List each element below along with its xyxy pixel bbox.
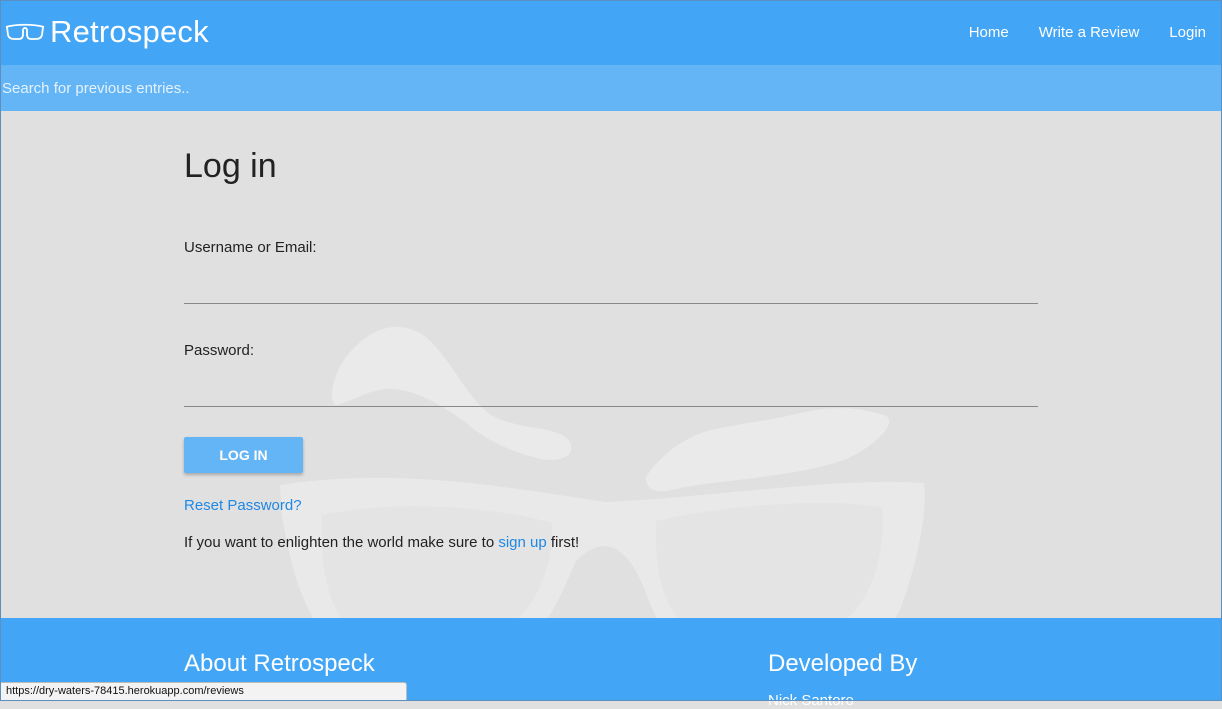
nav-links: Home Write a Review Login [939, 0, 1206, 65]
search-bar [0, 65, 1222, 111]
developed-by-heading: Developed By [768, 650, 918, 677]
main-content: Log in Username or Email: Password: LOG … [0, 111, 1222, 665]
top-navbar: Retrospeck Home Write a Review Login [0, 0, 1222, 65]
signup-suffix-text: first! [546, 534, 580, 551]
search-input[interactable] [0, 65, 1222, 111]
page-title: Log in [184, 147, 277, 185]
signup-prefix-text: If you want to enlighten the world make … [184, 534, 499, 551]
nav-write-review-link[interactable]: Write a Review [1039, 24, 1140, 41]
nav-home-link[interactable]: Home [969, 24, 1009, 41]
signup-prompt: If you want to enlighten the world make … [184, 534, 579, 551]
password-field[interactable] [184, 376, 1038, 407]
brand-name[interactable]: Retrospeck [50, 14, 209, 50]
brand-logo-link[interactable]: Retrospeck [4, 12, 209, 52]
status-bar-url: https://dry-waters-78415.herokuapp.com/r… [0, 682, 407, 701]
glasses-logo-icon [5, 23, 45, 40]
username-field[interactable] [184, 273, 1038, 304]
nav-login-link[interactable]: Login [1169, 24, 1206, 41]
reset-password-link[interactable]: Reset Password? [184, 497, 302, 514]
signup-link[interactable]: sign up [498, 534, 546, 551]
login-button[interactable]: LOG IN [184, 437, 303, 473]
username-label: Username or Email: [184, 239, 317, 256]
about-heading: About Retrospeck [184, 650, 375, 677]
password-label: Password: [184, 342, 255, 359]
